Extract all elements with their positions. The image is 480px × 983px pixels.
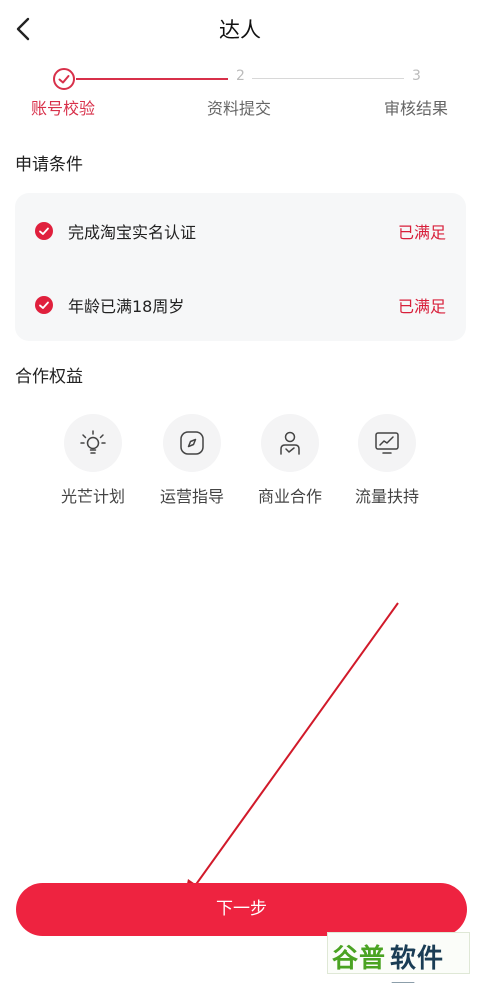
benefit-item[interactable]: 商业合作 — [245, 414, 335, 514]
lightbulb-icon — [80, 430, 106, 454]
watermark-logo: 谷普 软件园 — [327, 932, 470, 983]
page-title: 达人 — [219, 18, 261, 42]
condition-status: 已满足 — [397, 223, 446, 242]
step-1-label: 账号校验 — [31, 99, 96, 118]
compass-icon — [180, 431, 204, 455]
header-bar: 达人 — [0, 0, 480, 58]
benefit-label: 商业合作 — [257, 487, 322, 506]
step-2-label: 资料提交 — [207, 99, 272, 118]
condition-text: 年龄已满18周岁 — [68, 297, 185, 316]
benefits-title: 合作权益 — [15, 367, 83, 387]
benefit-label: 运营指导 — [159, 487, 224, 506]
conditions-title: 申请条件 — [15, 155, 83, 175]
person-handshake-icon — [280, 431, 300, 455]
step-2-number: 2 — [236, 68, 245, 84]
condition-row: 年龄已满18周岁 已满足 — [15, 284, 466, 324]
benefit-item[interactable]: 流量扶持 — [342, 414, 432, 514]
benefit-label: 流量扶持 — [354, 487, 419, 506]
watermark-text-2: 软件园 — [390, 944, 445, 983]
condition-status: 已满足 — [397, 297, 446, 316]
step-1-done-icon — [53, 68, 75, 90]
step-3-number: 3 — [412, 68, 421, 84]
check-circle-icon — [35, 222, 53, 240]
conditions-card: 完成淘宝实名认证 已满足 年龄已满18周岁 已满足 — [15, 193, 466, 341]
step-3-label: 审核结果 — [384, 99, 449, 118]
step-line-active — [76, 78, 228, 80]
check-circle-icon — [35, 296, 53, 314]
benefit-item[interactable]: 运营指导 — [147, 414, 237, 514]
benefit-label: 光芒计划 — [60, 487, 125, 506]
step-line-pending — [252, 78, 404, 79]
watermark-text-1: 谷普 — [332, 944, 387, 974]
page: 达人 2 3 账号校验 资料提交 审核结果 申请条件 完成淘宝实名认证 已满足 — [0, 0, 480, 983]
next-step-button[interactable]: 下一步 — [16, 883, 467, 936]
trend-chart-icon — [375, 432, 399, 454]
condition-row: 完成淘宝实名认证 已满足 — [15, 210, 466, 250]
condition-text: 完成淘宝实名认证 — [68, 223, 197, 242]
benefit-item[interactable]: 光芒计划 — [48, 414, 138, 514]
